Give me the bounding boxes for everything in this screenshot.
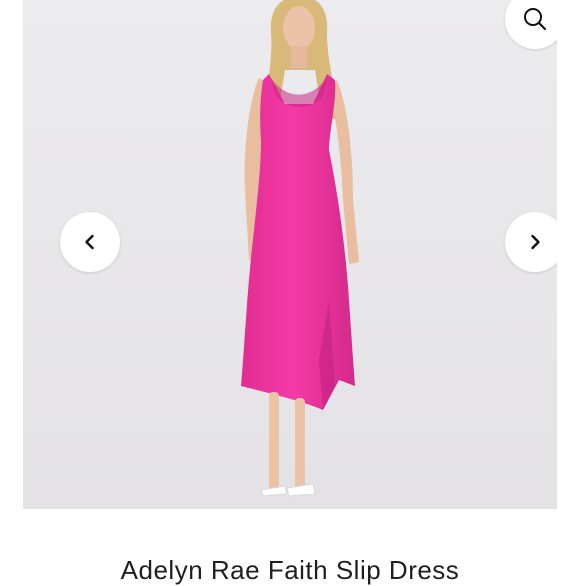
next-image-button[interactable]: [505, 212, 557, 272]
previous-image-button[interactable]: [60, 212, 120, 272]
product-title: Adelyn Rae Faith Slip Dress: [120, 555, 460, 585]
chevron-left-icon: [85, 234, 94, 250]
search-icon: [524, 8, 547, 31]
product-image-gallery: [23, 0, 557, 509]
chevron-right-icon: [531, 234, 540, 250]
